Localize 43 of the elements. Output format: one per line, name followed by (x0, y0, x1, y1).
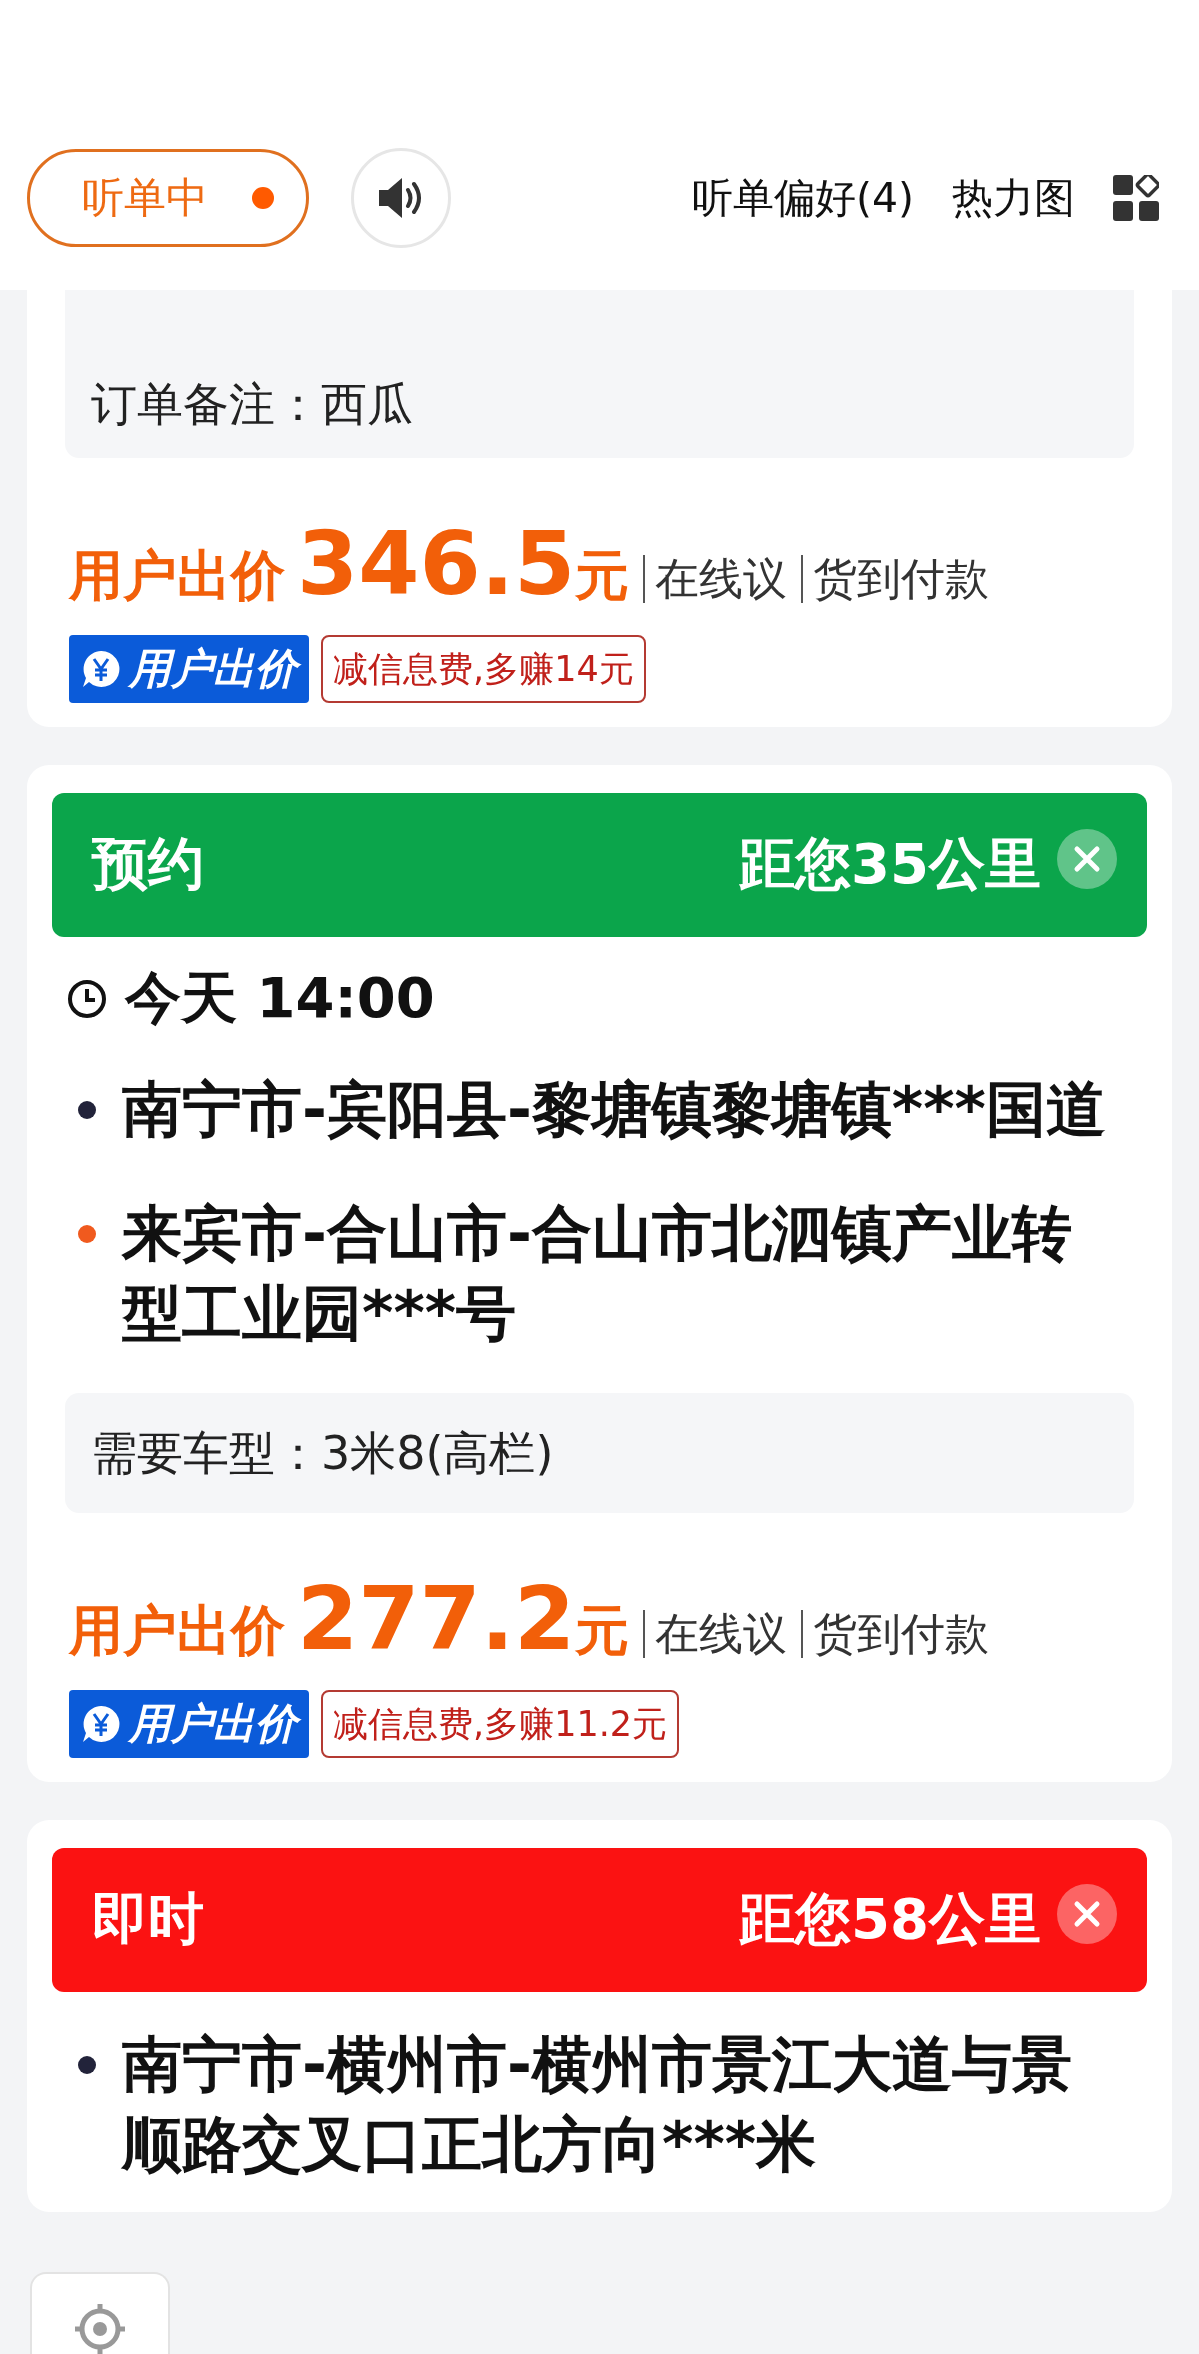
pickup-dot (78, 1101, 96, 1119)
payment-option: 在线议 (643, 1610, 788, 1658)
order-card[interactable]: 即时 距您58公里 南宁市-横州市-横州市景江大道与景顺路交叉口正北方向***米 (27, 1820, 1172, 2212)
yen-icon (81, 649, 121, 689)
header-link[interactable]: 热力图 (952, 170, 1075, 226)
order-card[interactable]: 订单备注：西瓜 用户出价 346.5元 在线议 货到付款 用户出价 减信息费,多赚14元 (27, 290, 1172, 727)
order-card[interactable]: 预约 距您35公里 今天 14:00 南宁市-宾阳县-黎塘镇黎塘镇***国道 来宾市-合山市-合山市北泗镇产业转型工业园***号 需要车型：3米8(高栏) 用户出价 277.2元 在线议 货到付款 用户出价 减信息费,多赚11.2元 (27, 765, 1172, 1782)
offer-badge: 用户出价 (69, 635, 309, 703)
currency-unit: 元 (575, 543, 630, 609)
bonus-badge: 减信息费,多赚14元 (321, 635, 646, 703)
dropoff-dot (78, 1225, 96, 1243)
detail-value: 3米8(高栏) (321, 1425, 554, 1482)
distance-label: 距您58公里 (739, 1885, 1041, 1953)
payment-option: 货到付款 (801, 555, 990, 603)
grid-icon[interactable] (1113, 175, 1159, 221)
bonus-badge: 减信息费,多赚11.2元 (321, 1690, 680, 1758)
detail-value: 西瓜 (321, 376, 413, 433)
detail-label: 订单备注： (91, 376, 321, 433)
currency-unit: 元 (575, 1598, 630, 1664)
close-icon[interactable] (1055, 1881, 1119, 1946)
address-text: 南宁市-宾阳县-黎塘镇黎塘镇***国道 (122, 1073, 1107, 1146)
price-amount: 346.5 (297, 512, 576, 615)
order-type: 预约 (92, 830, 204, 898)
payment-option: 在线议 (643, 555, 788, 603)
address-text: 南宁市-横州市-横州市景江大道与景顺路交叉口正北方向***米 (122, 2028, 1073, 2181)
header-link[interactable]: 听单偏好(4) (691, 170, 914, 226)
price-label: 用户出价 (69, 1598, 285, 1664)
price-amount: 277.2 (297, 1567, 576, 1670)
clock-icon (67, 979, 107, 1019)
offer-badge: 用户出价 (69, 1690, 309, 1758)
locate-button[interactable] (30, 2272, 170, 2354)
pickup-dot (78, 2056, 96, 2074)
detail-label: 需要车型： (91, 1425, 321, 1482)
close-icon[interactable] (1055, 826, 1119, 891)
yen-icon (81, 1704, 121, 1744)
status-label: 听单中 (82, 172, 208, 224)
payment-option: 货到付款 (801, 1610, 990, 1658)
pickup-time: 今天 14:00 (125, 964, 435, 1032)
address-text: 来宾市-合山市-合山市北泗镇产业转型工业园***号 (122, 1197, 1073, 1350)
order-type: 即时 (92, 1885, 204, 1953)
distance-label: 距您35公里 (739, 830, 1041, 898)
crosshair-icon (73, 2302, 127, 2354)
price-label: 用户出价 (69, 543, 285, 609)
